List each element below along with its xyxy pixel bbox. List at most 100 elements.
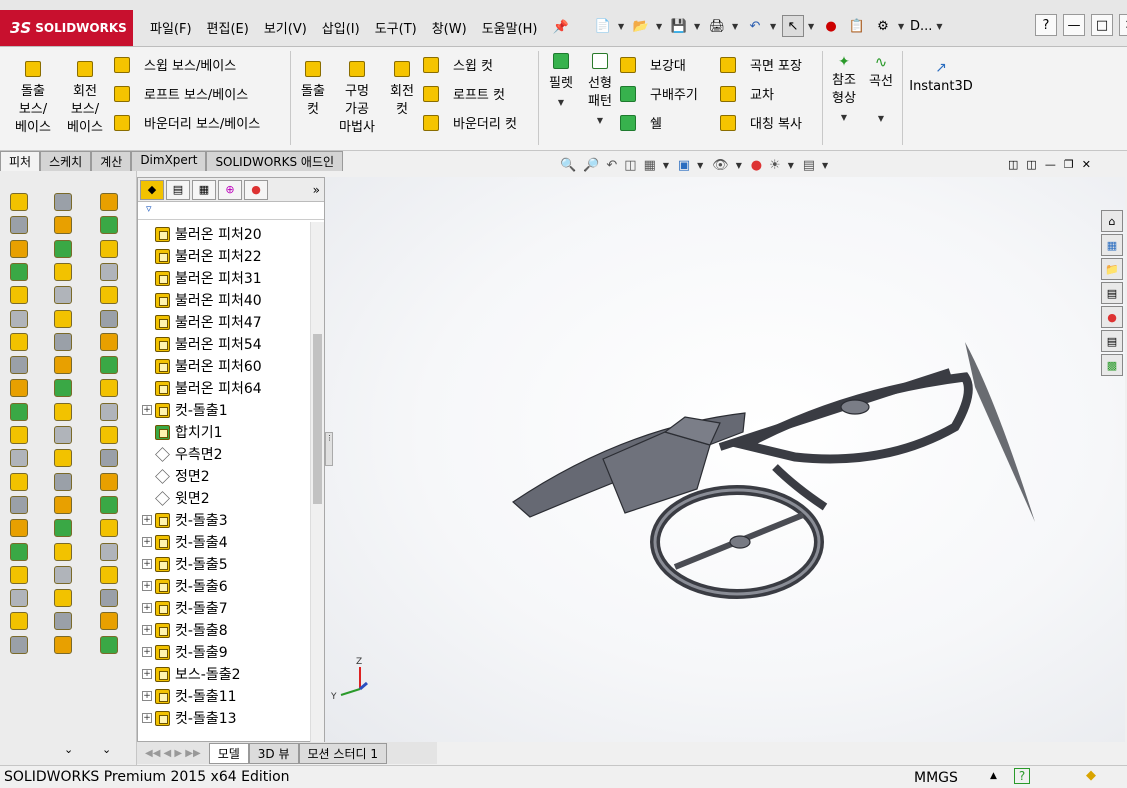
- boundary-boss-button[interactable]: 바운더리 보스/베이스: [114, 113, 260, 132]
- expand-toggle-icon[interactable]: +: [142, 647, 152, 657]
- expand-more-icon[interactable]: ⌄: [64, 743, 73, 756]
- save-dropdown[interactable]: ▼: [694, 22, 702, 31]
- tree-item[interactable]: + 컷-돌출5: [142, 553, 228, 575]
- tool-icon[interactable]: [54, 402, 72, 421]
- solidworks-resources-icon[interactable]: ⌂: [1101, 210, 1123, 232]
- sweep-boss-button[interactable]: 스윕 보스/베이스: [114, 55, 236, 74]
- tree-item[interactable]: + 컷-돌출7: [142, 597, 228, 619]
- dimxpertmanager-tab-icon[interactable]: ⊕: [218, 179, 242, 200]
- tool-icon[interactable]: [10, 565, 28, 584]
- tool-icon[interactable]: [100, 426, 118, 444]
- tool-icon[interactable]: [54, 239, 72, 258]
- tool-icon[interactable]: [54, 193, 72, 211]
- expand-more-icon[interactable]: ⌄: [102, 743, 111, 756]
- pattern-dropdown[interactable]: ▼: [597, 116, 603, 125]
- appearances-icon[interactable]: ●: [1101, 306, 1123, 328]
- expand-toggle-icon[interactable]: +: [142, 537, 152, 547]
- tool-icon[interactable]: [100, 542, 118, 561]
- expand-toggle-icon[interactable]: +: [142, 691, 152, 701]
- tool-icon[interactable]: [100, 262, 118, 281]
- title-dropdown[interactable]: ▼: [936, 22, 944, 31]
- tree-item[interactable]: + 컷-돌출13: [142, 707, 237, 729]
- zoom-to-fit-icon[interactable]: 🔍: [560, 158, 576, 173]
- mirror-button[interactable]: 대칭 복사: [720, 113, 802, 132]
- tool-icon[interactable]: [54, 472, 72, 491]
- curves-button[interactable]: ∿ 곡선 ▼: [864, 53, 898, 128]
- tool-icon[interactable]: [54, 542, 72, 561]
- configurationmanager-tab-icon[interactable]: ▦: [192, 179, 216, 200]
- solidworks-logo[interactable]: 3S SOLIDWORKS: [0, 10, 133, 46]
- tab-features[interactable]: 피처: [0, 151, 41, 171]
- units-dropdown-icon[interactable]: ▲: [990, 771, 997, 781]
- print-icon[interactable]: 🖨: [706, 15, 728, 37]
- select-dropdown[interactable]: ▼: [808, 22, 816, 31]
- tree-item[interactable]: + 컷-돌출9: [142, 641, 228, 663]
- shell-button[interactable]: 쉘: [620, 113, 662, 132]
- tool-icon[interactable]: [100, 379, 118, 398]
- tool-icon[interactable]: [10, 309, 28, 328]
- expand-toggle-icon[interactable]: +: [142, 559, 152, 569]
- model-render[interactable]: Z Y: [325, 177, 1125, 742]
- tool-icon[interactable]: [10, 332, 28, 351]
- graphics-area[interactable]: Z Y ⋮: [325, 177, 1125, 742]
- tool-icon[interactable]: [54, 612, 72, 631]
- panel-collapse-handle[interactable]: ⋮: [325, 432, 333, 466]
- tree-scrollbar[interactable]: [310, 222, 324, 742]
- tool-icon[interactable]: [10, 472, 28, 491]
- tool-icon[interactable]: [100, 495, 118, 514]
- tab-motion-study[interactable]: 모션 스터디 1: [298, 742, 387, 764]
- tree-item[interactable]: 불러온 피처31: [155, 267, 262, 289]
- select-arrow-icon[interactable]: ↖: [782, 15, 804, 37]
- forum-icon[interactable]: ▩: [1101, 354, 1123, 376]
- tool-icon[interactable]: [100, 589, 118, 608]
- loft-boss-button[interactable]: 로프트 보스/베이스: [114, 84, 248, 103]
- draft-button[interactable]: 구배주기: [620, 84, 698, 103]
- tool-icon[interactable]: [10, 542, 28, 561]
- tool-icon[interactable]: [10, 379, 28, 398]
- tree-item[interactable]: + 보스-돌출2: [142, 663, 240, 685]
- tool-icon[interactable]: [54, 635, 72, 654]
- tool-icon[interactable]: [54, 565, 72, 584]
- tool-icon[interactable]: [10, 589, 28, 608]
- expand-toggle-icon[interactable]: +: [142, 713, 152, 723]
- tab-addins[interactable]: SOLIDWORKS 애드인: [206, 151, 344, 171]
- tool-icon[interactable]: [100, 635, 118, 654]
- tool-icon[interactable]: [10, 612, 28, 631]
- view-orientation-icon[interactable]: ▦: [644, 158, 656, 173]
- tree-item[interactable]: 불러온 피처20: [155, 223, 262, 245]
- tool-icon[interactable]: [100, 565, 118, 584]
- new-dropdown[interactable]: ▼: [618, 22, 626, 31]
- view-palette-icon[interactable]: ▤: [1101, 282, 1123, 304]
- undo-icon[interactable]: ↶: [744, 15, 766, 37]
- minimize-icon[interactable]: —: [1063, 14, 1085, 36]
- tool-icon[interactable]: [100, 193, 118, 211]
- expand-toggle-icon[interactable]: +: [142, 625, 152, 635]
- propertymanager-tab-icon[interactable]: ▤: [166, 179, 190, 200]
- maximize-icon[interactable]: □: [1091, 14, 1113, 36]
- expand-toggle-icon[interactable]: +: [142, 515, 152, 525]
- tool-icon[interactable]: [100, 612, 118, 631]
- tool-icon[interactable]: [54, 286, 72, 305]
- fillet-button[interactable]: 필렛 ▼: [542, 53, 580, 112]
- section-view-icon[interactable]: ◫: [624, 158, 636, 173]
- tree-item[interactable]: + 컷-돌출11: [142, 685, 237, 707]
- tool-icon[interactable]: [54, 262, 72, 281]
- display-style-dropdown[interactable]: ▼: [697, 161, 705, 170]
- curves-dropdown[interactable]: ▼: [878, 114, 884, 123]
- displaymanager-tab-icon[interactable]: ●: [244, 179, 268, 200]
- close-icon[interactable]: ✕: [1119, 14, 1127, 36]
- tool-icon[interactable]: [54, 589, 72, 608]
- featuremanager-tab-icon[interactable]: ◆: [140, 179, 164, 200]
- tool-icon[interactable]: [100, 332, 118, 351]
- rib-button[interactable]: 보강대: [620, 55, 686, 74]
- pin-icon[interactable]: 📌: [553, 20, 569, 35]
- scene-dropdown[interactable]: ▼: [788, 161, 796, 170]
- tool-icon[interactable]: [54, 379, 72, 398]
- tool-icon[interactable]: [54, 519, 72, 538]
- custom-properties-icon[interactable]: ▤: [1101, 330, 1123, 352]
- save-icon[interactable]: 💾: [668, 15, 690, 37]
- tool-icon[interactable]: [100, 472, 118, 491]
- menu-window[interactable]: 창(W): [432, 18, 467, 37]
- doc-minimize-icon[interactable]: —: [1045, 158, 1056, 171]
- split-right-icon[interactable]: ◫: [1026, 158, 1036, 171]
